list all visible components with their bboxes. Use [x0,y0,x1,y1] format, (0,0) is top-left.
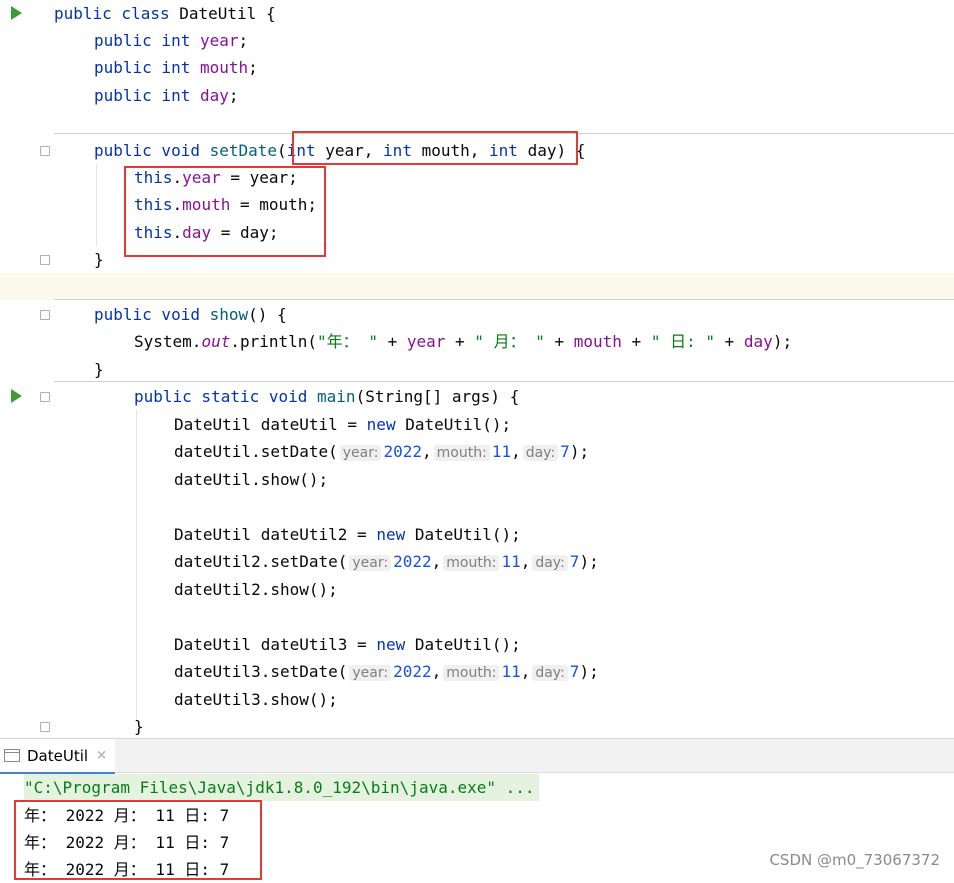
param-hint: mouth: [433,445,490,461]
fold-icon[interactable] [40,146,50,156]
fold-icon[interactable] [40,310,50,320]
code-line: public void show() { [0,301,954,328]
fold-icon[interactable] [40,255,50,265]
code-line: } [94,360,104,379]
code-line: DateUtil dateUtil2 = new DateUtil(); [174,525,521,544]
code-line: DateUtil dateUtil = new DateUtil(); [174,415,512,434]
annotation-box-assignments [124,166,326,257]
code-line: public class DateUtil { [0,0,954,27]
current-line-highlight [0,273,954,300]
param-hint: year: [339,445,382,461]
run-class-icon[interactable] [11,6,22,20]
code-line: DateUtil dateUtil3 = new DateUtil(); [174,635,521,654]
code-line: public int mouth; [94,58,258,77]
run-main-icon[interactable] [11,389,22,403]
method-separator [54,299,954,300]
param-hint: day: [532,555,568,571]
param-hint: year: [349,555,392,571]
console-command-line: "C:\Program Files\Java\jdk1.8.0_192\bin\… [24,774,539,801]
code-line: } [0,713,954,738]
annotation-box-output [14,800,262,880]
code-line: dateUtil3.show(); [174,690,338,709]
run-tab-bar: DateUtil × [0,739,954,774]
close-icon[interactable]: × [96,748,107,763]
param-hint: year: [349,665,392,681]
code-line: public static void main(String[] args) { [0,383,954,410]
code-line: dateUtil.setDate(year: 2022, mouth: 11, day:… [174,442,590,461]
param-hint: mouth: [443,555,500,571]
code-line: public int day; [94,86,239,105]
console-icon [4,749,20,762]
tab-run-dateutil[interactable]: DateUtil × [0,739,115,774]
code-line: dateUtil.show(); [174,470,329,489]
code-line: dateUtil3.setDate(year: 2022, mouth: 11, day… [174,662,599,681]
param-hint: day: [532,665,568,681]
fold-icon[interactable] [40,722,50,732]
param-hint: day: [522,445,559,461]
annotation-box-params [292,131,578,165]
param-hint: mouth: [443,665,500,681]
code-line: dateUtil2.show(); [174,580,338,599]
fold-icon[interactable] [40,392,50,402]
code-line: dateUtil2.setDate(year: 2022, mouth: 11, day… [174,552,599,571]
code-line: System.out.println("年： " + year + " 月： "… [134,332,793,351]
code-editor[interactable]: public class DateUtil { public int year;… [0,0,954,738]
watermark: CSDN @m0_73067372 [769,851,940,869]
tab-label: DateUtil [27,746,89,765]
code-line: public int year; [94,31,249,50]
